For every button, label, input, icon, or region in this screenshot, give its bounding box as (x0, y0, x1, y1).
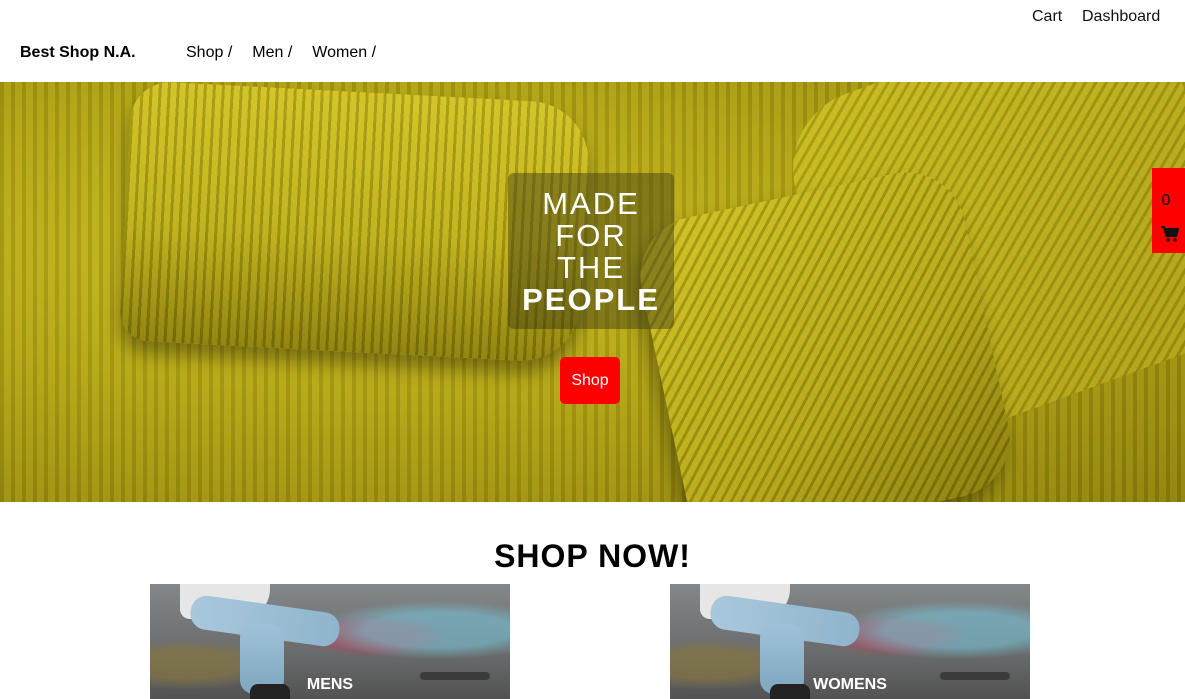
cart-link[interactable]: Cart (1032, 8, 1062, 26)
category-label: WOMENS (813, 676, 887, 693)
nav-item-shop[interactable]: Shop / (186, 44, 232, 62)
floating-cart-button[interactable]: 0 (1152, 168, 1185, 253)
hero-line-1: MADE (542, 186, 640, 221)
shopping-cart-icon (1161, 225, 1180, 242)
category-label: MENS (306, 676, 354, 693)
category-card-mens[interactable]: MENS (150, 584, 510, 699)
hero-line-3: THE (557, 250, 625, 285)
hero-line-2: FOR (555, 218, 627, 253)
hero-banner: MADE FOR THE PEOPLE Shop (0, 82, 1185, 502)
nav-item-women[interactable]: Women / (312, 44, 376, 62)
cart-count-badge: 0 (1161, 192, 1171, 209)
top-header: Cart Dashboard Best Shop N.A. Shop / Men… (0, 0, 1185, 82)
main-nav: Shop / Men / Women / (186, 44, 376, 62)
brand-logo[interactable]: Best Shop N.A. (20, 44, 136, 62)
category-card-womens[interactable]: WOMENS (670, 584, 1030, 699)
hero-line-4: PEOPLE (522, 282, 660, 317)
section-title: SHOP NOW! (494, 538, 691, 574)
hero-background-cuff-right (629, 161, 1021, 502)
nav-item-men[interactable]: Men / (252, 44, 292, 62)
hero-shop-button[interactable]: Shop (560, 357, 620, 404)
dashboard-link[interactable]: Dashboard (1082, 8, 1160, 26)
